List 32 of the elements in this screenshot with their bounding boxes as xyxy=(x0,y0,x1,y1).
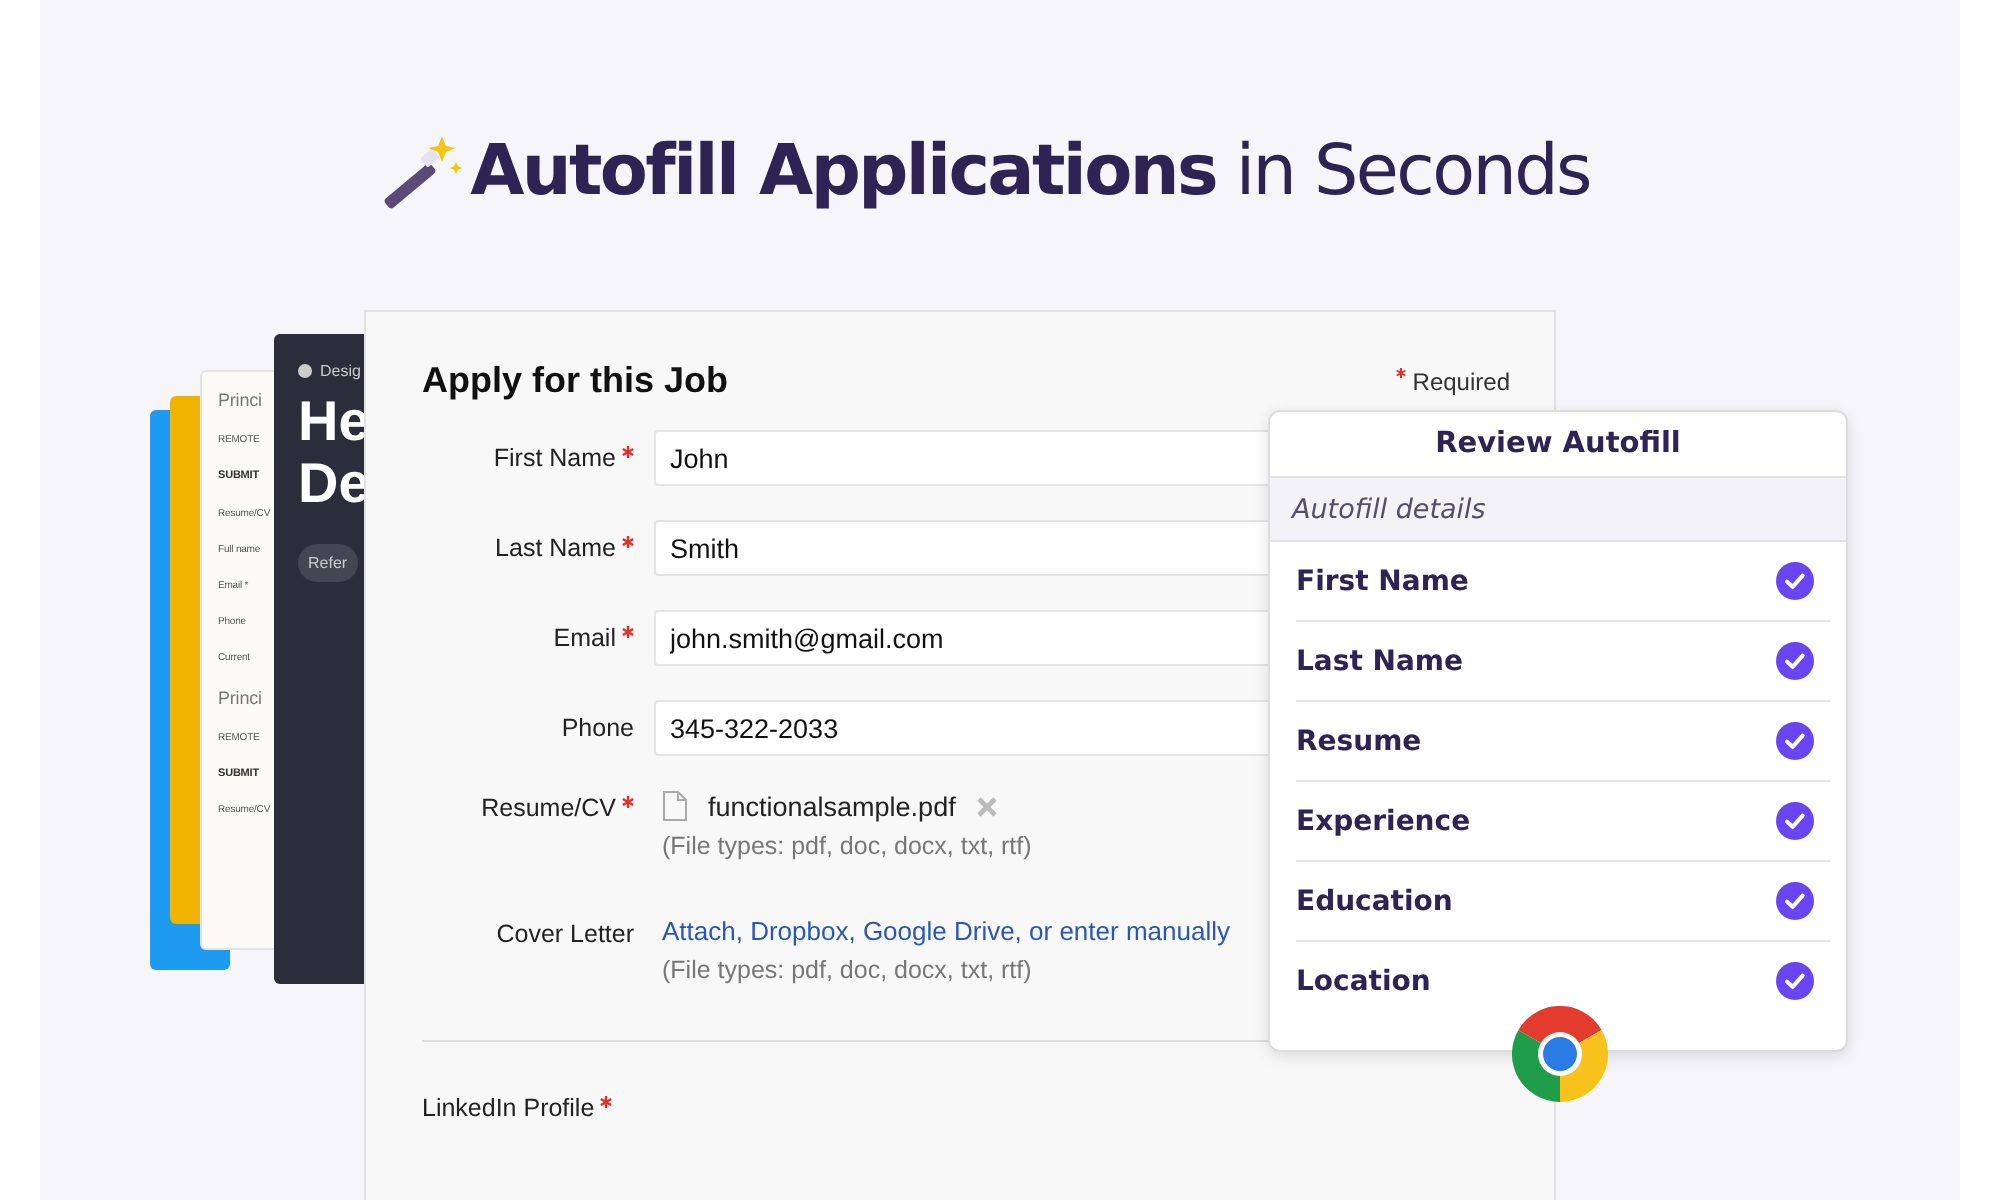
check-icon[interactable] xyxy=(1776,802,1814,840)
file-types-hint: (File types: pdf, doc, docx, txt, rtf) xyxy=(662,956,1032,984)
file-name: functionalsample.pdf xyxy=(708,791,956,821)
card-heading: De xyxy=(298,453,370,516)
card-tag: Desig xyxy=(320,362,361,380)
card-text: Princi xyxy=(218,392,262,410)
section-header: Autofill details xyxy=(1270,478,1846,542)
card-heading: He xyxy=(298,392,370,454)
field-label: Resume/CV xyxy=(481,794,616,822)
required-note: Required xyxy=(1412,367,1510,395)
autofill-item: Education xyxy=(1296,885,1453,917)
field-label: First Name xyxy=(493,444,616,472)
field-label: LinkedIn Profile xyxy=(422,1094,595,1122)
attach-link[interactable]: Attach, Dropbox, Google Drive, or enter manually xyxy=(662,916,1230,946)
check-icon[interactable] xyxy=(1776,962,1814,1000)
card-text: Princi xyxy=(218,689,262,707)
field-label: Phone xyxy=(561,714,634,742)
check-icon[interactable] xyxy=(1776,642,1814,680)
document-icon xyxy=(662,790,688,822)
autofill-item: Experience xyxy=(1296,805,1471,837)
check-icon[interactable] xyxy=(1776,722,1814,760)
check-icon[interactable] xyxy=(1776,882,1814,920)
required-icon xyxy=(1396,367,1407,377)
autofill-item: Resume xyxy=(1296,725,1422,757)
field-label: Last Name xyxy=(495,534,616,562)
field-label: Cover Letter xyxy=(496,920,634,948)
check-icon[interactable] xyxy=(1776,562,1814,600)
form-title: Apply for this Job xyxy=(422,360,728,402)
autofill-item: Location xyxy=(1296,965,1431,997)
headline: Autofill Applications in Seconds xyxy=(470,132,1590,212)
field-label: Email xyxy=(553,624,616,652)
file-types-hint: (File types: pdf, doc, docx, txt, rtf) xyxy=(662,832,1032,860)
